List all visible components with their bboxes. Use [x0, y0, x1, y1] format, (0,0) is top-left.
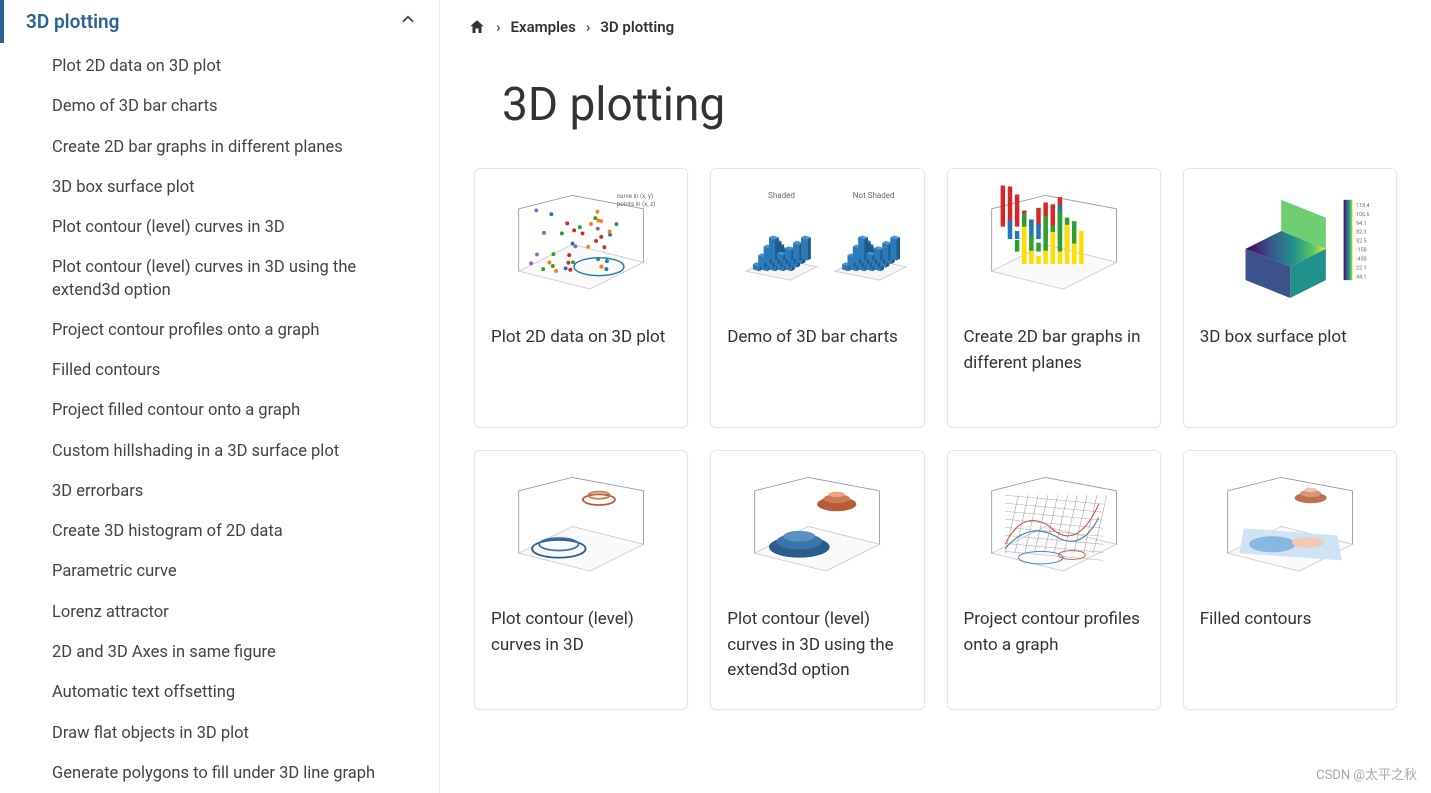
- gallery-card[interactable]: Project contour profiles onto a graph: [947, 450, 1161, 710]
- gallery-thumb: [475, 451, 687, 601]
- main-content: › Examples › 3D plotting 3D plotting cur…: [440, 0, 1431, 793]
- sidebar-item[interactable]: 2D and 3D Axes in same figure: [52, 633, 439, 673]
- svg-text:-450: -450: [1356, 256, 1367, 262]
- breadcrumb: › Examples › 3D plotting: [468, 18, 1403, 36]
- sidebar-item[interactable]: 3D box surface plot: [52, 168, 439, 208]
- svg-text:52.5: 52.5: [1356, 238, 1366, 244]
- gallery-card-title: Plot contour (level) curves in 3D using …: [711, 601, 923, 702]
- sidebar-item[interactable]: Create 2D bar graphs in different planes: [52, 128, 439, 168]
- gallery-thumb: curve in (x, y) points in (x, z): [475, 169, 687, 319]
- svg-text:94.1: 94.1: [1356, 220, 1366, 226]
- gallery-thumb: [948, 451, 1160, 601]
- sidebar-item[interactable]: Generate polygons to fill under 3D line …: [52, 754, 439, 793]
- sidebar-item[interactable]: Parametric curve: [52, 552, 439, 592]
- sidebar-item[interactable]: Draw flat objects in 3D plot: [52, 714, 439, 754]
- sidebar-item[interactable]: 3D errorbars: [52, 472, 439, 512]
- sidebar-section-header[interactable]: 3D plotting: [0, 0, 439, 43]
- sidebar-item[interactable]: Create 3D histogram of 2D data: [52, 512, 439, 552]
- svg-text:44.1: 44.1: [1356, 274, 1366, 280]
- svg-text:118.4: 118.4: [1356, 203, 1369, 209]
- gallery-grid: curve in (x, y) points in (x, z) Plot 2D…: [468, 168, 1403, 710]
- chevron-up-icon: [399, 10, 417, 33]
- gallery-card-title: 3D box surface plot: [1184, 319, 1396, 369]
- sidebar-item[interactable]: Demo of 3D bar charts: [52, 87, 439, 127]
- sidebar-item[interactable]: Automatic text offsetting: [52, 673, 439, 713]
- gallery-card[interactable]: Create 2D bar graphs in different planes: [947, 168, 1161, 428]
- gallery-thumb: [1184, 451, 1396, 601]
- breadcrumb-examples[interactable]: Examples: [511, 18, 576, 36]
- gallery-card-title: Demo of 3D bar charts: [711, 319, 923, 369]
- gallery-card-title: Filled contours: [1184, 601, 1396, 651]
- gallery-card-title: Project contour profiles onto a graph: [948, 601, 1160, 676]
- sidebar-item[interactable]: Filled contours: [52, 351, 439, 391]
- gallery-thumb: [711, 451, 923, 601]
- svg-text:curve in (x, y): curve in (x, y): [617, 192, 653, 200]
- gallery-card[interactable]: Filled contours: [1183, 450, 1397, 710]
- gallery-card[interactable]: 118.4 106.6 94.1 82.3 52.5 -150 -450 22.1 44.1 3…: [1183, 168, 1397, 428]
- breadcrumb-current: 3D plotting: [600, 18, 674, 36]
- svg-text:Shaded: Shaded: [768, 191, 795, 200]
- sidebar-item[interactable]: Project contour profiles onto a graph: [52, 311, 439, 351]
- sidebar-item[interactable]: Project filled contour onto a graph: [52, 391, 439, 431]
- sidebar-item[interactable]: Plot 2D data on 3D plot: [52, 47, 439, 87]
- gallery-card[interactable]: Plot contour (level) curves in 3D: [474, 450, 688, 710]
- page-title: 3D plotting: [502, 78, 1403, 132]
- sidebar: 3D plotting Plot 2D data on 3D plotDemo …: [0, 0, 440, 793]
- breadcrumb-sep-icon: ›: [586, 18, 591, 36]
- gallery-thumb: [948, 169, 1160, 319]
- breadcrumb-sep-icon: ›: [496, 18, 501, 36]
- sidebar-item[interactable]: Lorenz attractor: [52, 593, 439, 633]
- svg-text:Not Shaded: Not Shaded: [853, 191, 895, 200]
- svg-text:82.3: 82.3: [1356, 229, 1366, 235]
- gallery-thumb: 118.4 106.6 94.1 82.3 52.5 -150 -450 22.1 44.1: [1184, 169, 1396, 319]
- sidebar-item[interactable]: Plot contour (level) curves in 3D using …: [52, 248, 439, 311]
- svg-text:106.6: 106.6: [1356, 211, 1369, 217]
- gallery-thumb: Shaded Not Shaded: [711, 169, 923, 319]
- gallery-card[interactable]: Shaded Not Shaded Demo of 3D bar charts: [710, 168, 924, 428]
- sidebar-item[interactable]: Plot contour (level) curves in 3D: [52, 208, 439, 248]
- sidebar-section-title: 3D plotting: [26, 10, 119, 33]
- gallery-card[interactable]: curve in (x, y) points in (x, z) Plot 2D…: [474, 168, 688, 428]
- svg-text:22.1: 22.1: [1356, 265, 1366, 271]
- home-icon: [468, 18, 486, 36]
- gallery-card[interactable]: Plot contour (level) curves in 3D using …: [710, 450, 924, 710]
- sidebar-scroll[interactable]: 3D plotting Plot 2D data on 3D plotDemo …: [0, 0, 439, 793]
- sidebar-item[interactable]: Custom hillshading in a 3D surface plot: [52, 432, 439, 472]
- gallery-card-title: Plot 2D data on 3D plot: [475, 319, 687, 369]
- gallery-card-title: Create 2D bar graphs in different planes: [948, 319, 1160, 394]
- gallery-card-title: Plot contour (level) curves in 3D: [475, 601, 687, 676]
- sidebar-nav-list: Plot 2D data on 3D plotDemo of 3D bar ch…: [0, 43, 439, 793]
- svg-text:points in (x, z): points in (x, z): [617, 200, 656, 208]
- svg-text:-150: -150: [1356, 247, 1367, 253]
- breadcrumb-home[interactable]: [468, 18, 486, 36]
